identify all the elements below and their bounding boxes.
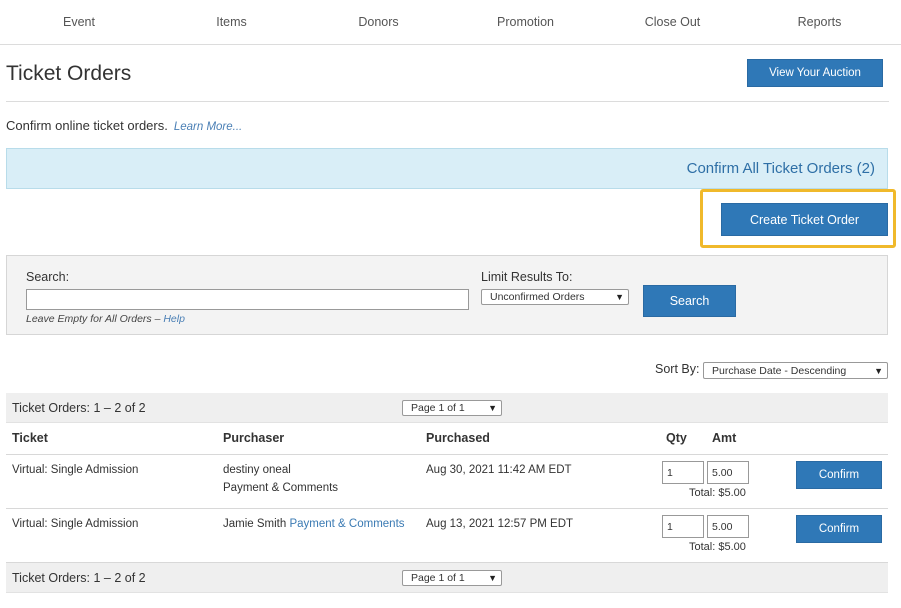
page-select[interactable]: Page 1 of 1 ▼ [402,400,502,416]
header-amt: Amt [712,431,736,445]
view-auction-button[interactable]: View Your Auction [747,59,883,87]
confirm-button[interactable]: Confirm [796,461,882,489]
row-total: Total: $5.00 [689,541,746,553]
page-value: Page 1 of 1 [411,572,465,584]
confirm-all-banner: Confirm All Ticket Orders (2) [6,148,888,189]
ticket-name: Virtual: Single Admission [12,518,138,530]
nav-close-out[interactable]: Close Out [599,15,746,29]
order-count: Ticket Orders: 1 – 2 of 2 [12,571,146,585]
chevron-down-icon: ▼ [488,403,497,413]
header-ticket: Ticket [12,431,48,445]
search-input[interactable] [26,289,469,310]
amt-input[interactable]: 5.00 [707,461,749,484]
sort-by-select[interactable]: Purchase Date - Descending ▼ [703,362,888,379]
header-purchaser: Purchaser [223,431,284,445]
chevron-down-icon: ▼ [874,366,883,376]
header-qty: Qty [666,431,687,445]
table-bottom-bar: Ticket Orders: 1 – 2 of 2 Page 1 of 1 ▼ [6,563,888,593]
qty-input[interactable]: 1 [662,515,704,538]
purchaser-name: destiny oneal [223,464,291,476]
limit-results-value: Unconfirmed Orders [490,291,585,303]
search-hint-text: Leave Empty for All Orders – [26,313,163,325]
chevron-down-icon: ▼ [615,292,624,302]
table-row: Virtual: Single Admission destiny oneal … [6,455,888,509]
learn-more-link[interactable]: Learn More... [174,121,242,133]
page-title: Ticket Orders [6,62,131,86]
page-select[interactable]: Page 1 of 1 ▼ [402,570,502,586]
ticket-name: Virtual: Single Admission [12,464,138,476]
nav-event[interactable]: Event [0,15,158,29]
order-count: Ticket Orders: 1 – 2 of 2 [12,401,146,415]
create-ticket-order-button[interactable]: Create Ticket Order [721,203,888,236]
nav-items[interactable]: Items [158,15,305,29]
nav-donors[interactable]: Donors [305,15,452,29]
intro-text: Confirm online ticket orders. Learn More.… [6,118,242,133]
qty-input[interactable]: 1 [662,461,704,484]
nav-promotion[interactable]: Promotion [452,15,599,29]
sort-by-label: Sort By: [655,362,699,376]
top-nav: Event Items Donors Promotion Close Out R… [0,0,901,45]
intro-description: Confirm online ticket orders. [6,118,168,133]
search-panel: Search: Leave Empty for All Orders – Hel… [6,255,888,335]
limit-results-select[interactable]: Unconfirmed Orders ▼ [481,289,629,305]
help-link[interactable]: Help [163,313,185,325]
purchaser-name: Jamie Smith [223,518,286,530]
purchaser-cell: Jamie Smith Payment & Comments [223,518,405,530]
search-hint: Leave Empty for All Orders – Help [26,313,185,325]
payment-comments-link[interactable]: Payment & Comments [223,482,338,494]
amt-input[interactable]: 5.00 [707,515,749,538]
chevron-down-icon: ▼ [488,573,497,583]
confirm-button[interactable]: Confirm [796,515,882,543]
nav-reports[interactable]: Reports [746,15,893,29]
sort-by-value: Purchase Date - Descending [712,365,846,377]
purchase-date: Aug 30, 2021 11:42 AM EDT [426,464,572,476]
divider [6,101,889,102]
payment-comments-link[interactable]: Payment & Comments [289,518,404,530]
page-value: Page 1 of 1 [411,402,465,414]
table-row: Virtual: Single Admission Jamie Smith Pa… [6,509,888,563]
search-button[interactable]: Search [643,285,736,317]
header-purchased: Purchased [426,431,490,445]
limit-results-label: Limit Results To: [481,270,572,284]
row-total: Total: $5.00 [689,487,746,499]
table-top-bar: Ticket Orders: 1 – 2 of 2 Page 1 of 1 ▼ [6,393,888,423]
search-label: Search: [26,270,69,284]
confirm-all-link[interactable]: Confirm All Ticket Orders (2) [687,160,875,177]
purchase-date: Aug 13, 2021 12:57 PM EDT [426,518,573,530]
